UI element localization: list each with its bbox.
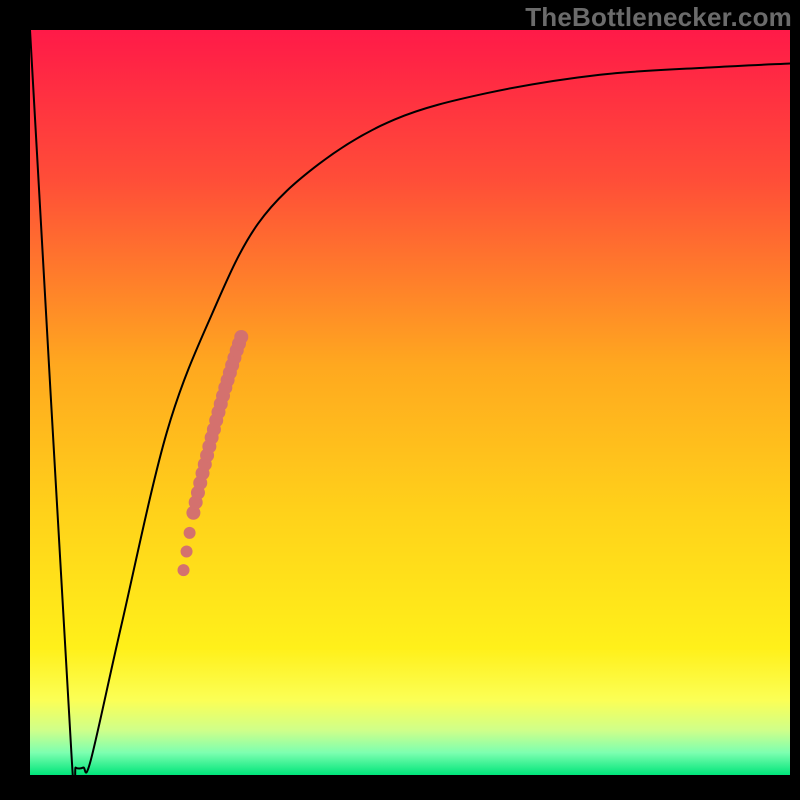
highlight-dot — [184, 527, 196, 539]
highlight-dot — [178, 564, 190, 576]
watermark-text: TheBottlenecker.com — [525, 2, 792, 33]
plot-background — [30, 30, 790, 775]
highlight-dot — [181, 546, 193, 558]
bottleneck-chart — [0, 0, 800, 800]
highlight-dot — [234, 330, 248, 344]
chart-frame: TheBottlenecker.com — [0, 0, 800, 800]
